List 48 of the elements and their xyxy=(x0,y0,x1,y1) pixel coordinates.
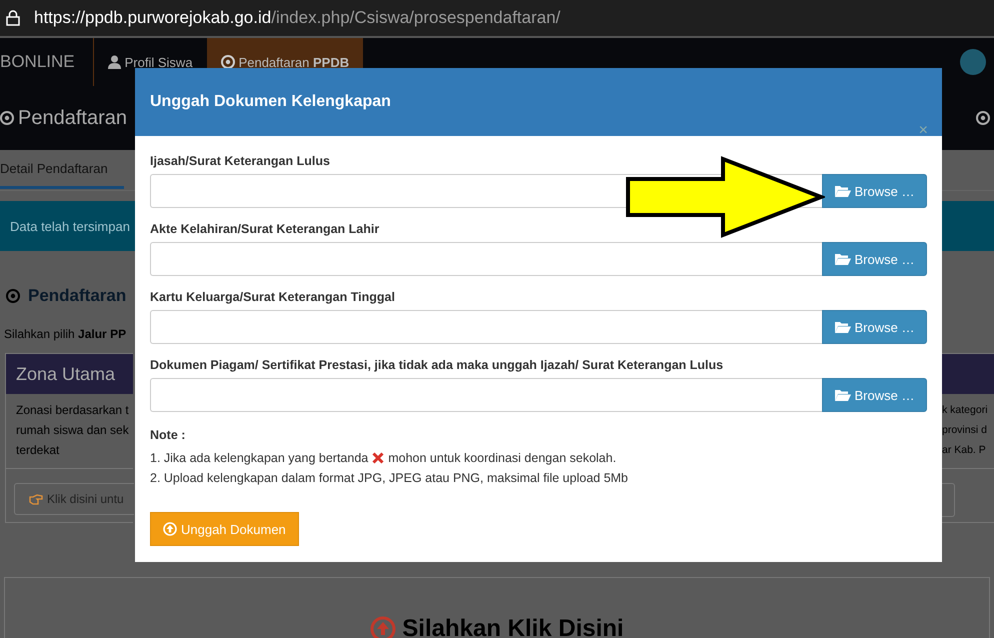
folder-icon xyxy=(834,185,851,197)
select-button[interactable] xyxy=(942,483,955,517)
badge-icon xyxy=(976,111,990,125)
field-label: Kartu Keluarga/Surat Keterangan Tinggal xyxy=(150,290,396,306)
card-title: Zona Utama xyxy=(16,364,116,384)
note-title: Note : xyxy=(150,428,186,444)
cross-icon xyxy=(372,452,384,464)
section-title: Pendaftaran xyxy=(28,286,126,306)
note-text: 1. Jika ada kelengkapan yang bertanda xyxy=(150,451,368,465)
field-label: Dokumen Piagam/ Sertifikat Prestasi, jika tidak ada maka unggah Ijazah/ Surat Keterangan Lulus xyxy=(150,358,724,374)
folder-icon xyxy=(834,253,851,265)
browse-button[interactable]: Browse … xyxy=(822,310,927,344)
folder-icon xyxy=(834,321,851,333)
card-header xyxy=(942,354,994,394)
browse-button[interactable]: Browse … xyxy=(822,174,927,208)
file-path-field[interactable] xyxy=(150,242,822,276)
panel-title[interactable]: Silahkan Klik Disini xyxy=(402,615,624,638)
note-text: mohon untuk koordinasi dengan sekolah. xyxy=(388,451,616,465)
note-text: 2. Upload kelengkapan dalam format JPG, JPEG atau PNG, maksimal file upload 5Mb xyxy=(150,471,628,485)
upload-circle-icon xyxy=(163,522,177,536)
card-text: ar Kab. P xyxy=(942,443,987,458)
avatar[interactable] xyxy=(960,49,986,75)
select-button[interactable]: Klik disini untu xyxy=(14,483,134,515)
alert-text: Data telah tersimpan xyxy=(10,218,130,234)
page-title: Pendaftaran xyxy=(18,106,127,130)
instruction-text: Silahkan pilih Jalur PP xyxy=(4,327,126,341)
file-path-field[interactable] xyxy=(150,378,822,412)
field-label: Ijasah/Surat Keterangan Lulus xyxy=(150,154,331,170)
folder-icon xyxy=(834,389,851,401)
browse-button[interactable]: Browse … xyxy=(822,242,927,276)
file-path-field[interactable] xyxy=(150,310,822,344)
card-text: terdekat xyxy=(16,442,60,459)
field-label: Akte Kelahiran/Surat Keterangan Lahir xyxy=(150,222,380,238)
browse-button[interactable]: Browse … xyxy=(822,378,927,412)
badge-icon xyxy=(0,111,14,125)
user-icon xyxy=(108,55,121,69)
nav-link[interactable]: Profil Siswa xyxy=(94,38,207,86)
card-text: provinsi d xyxy=(942,423,988,438)
upload-button[interactable]: Unggah Dokumen xyxy=(150,512,299,546)
hand-pointer-icon xyxy=(29,494,43,504)
badge-icon xyxy=(220,55,235,69)
tab[interactable]: Detail Pendaftaran xyxy=(0,151,124,189)
badge-icon xyxy=(6,289,20,303)
dialog-title: Unggah Dokumen Kelengkapan xyxy=(150,93,391,111)
card-text: k kategori xyxy=(942,403,989,418)
lock-icon xyxy=(6,10,20,26)
card-text: rumah siswa dan sek xyxy=(16,422,130,439)
card-text: Zonasi berdasarkan t xyxy=(16,402,130,419)
